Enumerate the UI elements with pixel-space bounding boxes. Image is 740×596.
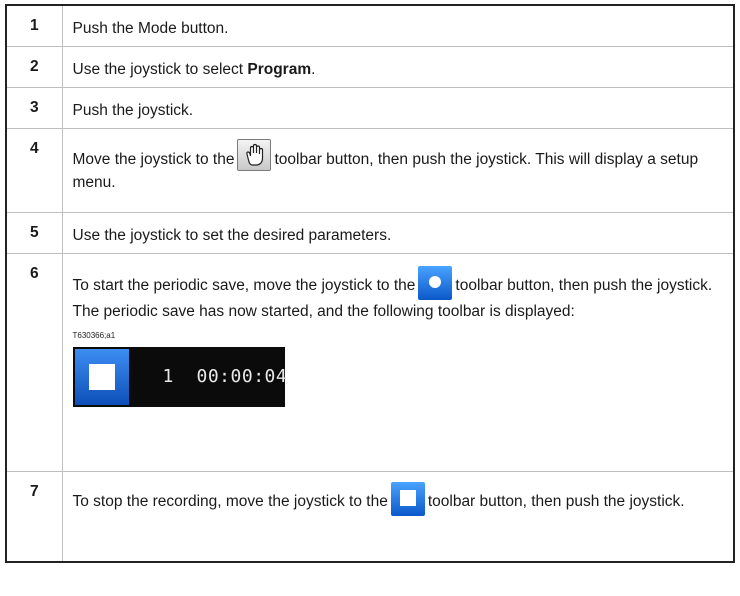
step-text: Use the joystick to select bbox=[72, 61, 248, 78]
step-number: 7 bbox=[5, 471, 63, 562]
step-row: 7 To stop the recording, move the joysti… bbox=[5, 471, 735, 562]
step-text-container: Use the joystick to select Program. bbox=[61, 46, 735, 88]
step-number: 3 bbox=[5, 87, 63, 129]
step-text-container: To start the periodic save, move the joy… bbox=[61, 253, 735, 472]
step-row: 6 To start the periodic save, move the j… bbox=[5, 253, 735, 472]
step-text-container: Move the joystick to the toolbar button, … bbox=[61, 128, 735, 213]
record-icon bbox=[418, 266, 453, 300]
stop-icon bbox=[390, 482, 425, 516]
recording-counter: 1 00:00:04 bbox=[162, 366, 288, 387]
step-text: Push the Mode button. bbox=[61, 4, 735, 47]
step-row: 3 Push the joystick. bbox=[5, 87, 735, 129]
image-id-label: T630366;a1 bbox=[72, 331, 116, 340]
step-text: Push the joystick. bbox=[61, 87, 735, 129]
step-number: 4 bbox=[5, 128, 63, 213]
hand-toolbar-icon bbox=[237, 139, 272, 171]
stop-icon bbox=[74, 349, 129, 405]
step-text: . bbox=[311, 61, 316, 78]
step-text: To stop the recording, move the joystick… bbox=[72, 493, 388, 510]
step-text: toolbar button, then push the joystick. bbox=[427, 493, 685, 510]
step-bold-term: Program bbox=[247, 61, 312, 78]
step-number: 2 bbox=[5, 46, 63, 88]
step-number: 1 bbox=[5, 4, 63, 47]
step-row: 1 Push the Mode button. bbox=[5, 4, 735, 47]
steps-table: 1 Push the Mode button. 2 Use the joysti… bbox=[5, 4, 735, 563]
step-text-container: To stop the recording, move the joystick… bbox=[61, 471, 735, 562]
step-number: 5 bbox=[5, 212, 63, 254]
step-text: To start the periodic save, move the joy… bbox=[72, 277, 416, 294]
step-number: 6 bbox=[5, 253, 63, 472]
step-text: Move the joystick to the bbox=[72, 151, 235, 168]
recording-toolbar-image: 1 00:00:04 bbox=[72, 347, 288, 407]
step-row: 4 Move the joystick to the toolbar button… bbox=[5, 128, 735, 213]
step-row: 5 Use the joystick to set the desired pa… bbox=[5, 212, 735, 254]
step-row: 2 Use the joystick to select Program. bbox=[5, 46, 735, 88]
step-text: Use the joystick to set the desired para… bbox=[61, 212, 735, 254]
